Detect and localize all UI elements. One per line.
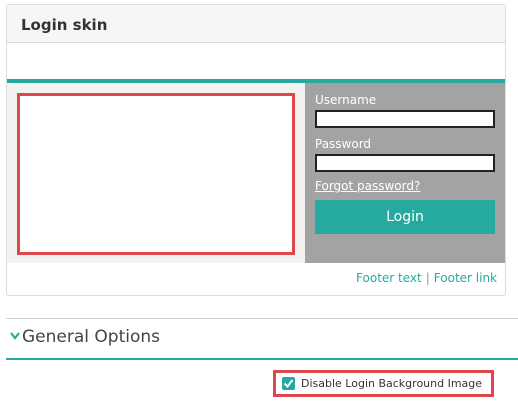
footer-text-link[interactable]: Footer text xyxy=(356,271,422,285)
login-skin-panel: Login skin Username Password Forgot pass… xyxy=(6,4,506,296)
section-divider xyxy=(6,358,518,360)
disable-bg-label: Disable Login Background Image xyxy=(301,377,483,390)
forgot-password-link[interactable]: Forgot password? xyxy=(315,179,495,193)
username-input[interactable] xyxy=(315,110,495,128)
footer-separator: | xyxy=(425,271,430,285)
footer-link[interactable]: Footer link xyxy=(434,271,497,285)
username-label: Username xyxy=(315,93,377,107)
panel-title: Login skin xyxy=(21,16,108,34)
general-options-title: General Options xyxy=(22,327,160,347)
login-button[interactable]: Login xyxy=(315,200,495,234)
login-form-box: Username Password Forgot password? Login xyxy=(305,83,505,263)
panel-header: Login skin xyxy=(7,5,505,43)
chevron-down-icon xyxy=(10,329,20,343)
general-options-toggle[interactable]: General Options xyxy=(10,327,160,347)
check-icon xyxy=(283,379,294,389)
password-label: Password xyxy=(315,137,372,151)
background-image-area xyxy=(17,93,295,255)
password-input[interactable] xyxy=(315,154,495,172)
disable-login-background-option[interactable]: Disable Login Background Image xyxy=(273,370,494,397)
preview-footer: Footer text | Footer link xyxy=(356,271,497,285)
disable-bg-checkbox[interactable] xyxy=(282,377,295,390)
section-divider-top xyxy=(6,318,518,319)
login-preview: Username Password Forgot password? Login xyxy=(7,79,505,263)
